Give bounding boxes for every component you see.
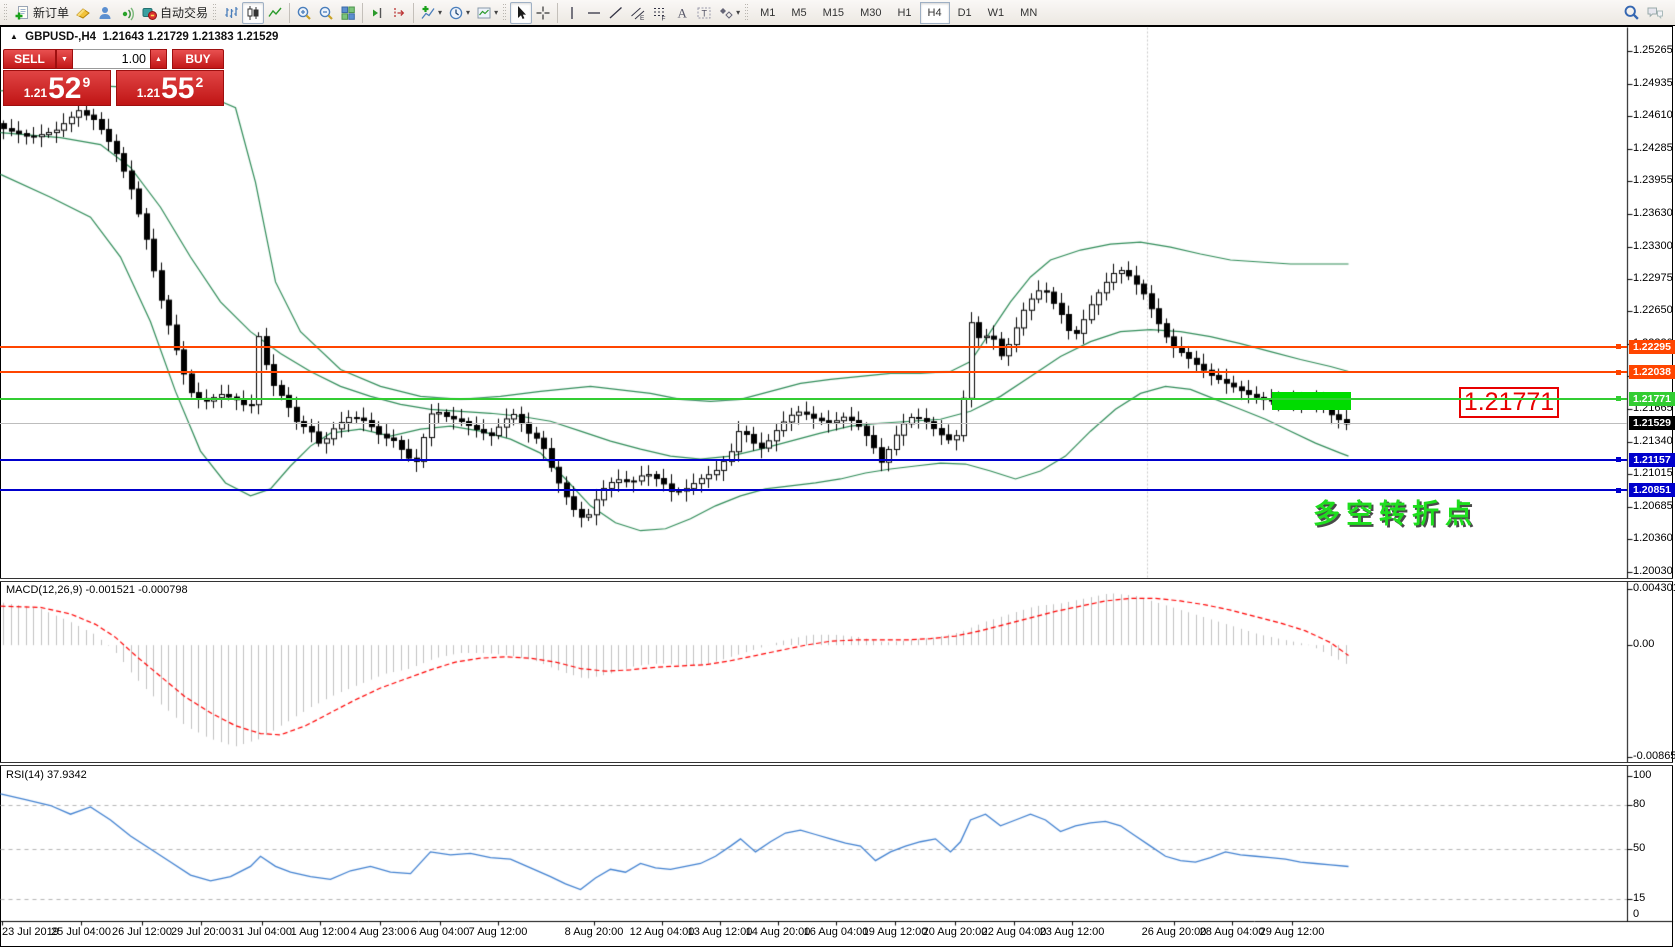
macd-label: MACD(12,26,9) -0.001521 -0.000798 [6, 584, 188, 596]
price-level-tag: 1.21157 [1629, 453, 1675, 467]
time-axis-label: 7 Aug 12:00 [469, 926, 528, 938]
rsi-tick-label: 50 [1633, 842, 1645, 854]
one-click-trading-panel: SELL ▼ ▲ BUY 1.21 52 9 1.21 55 2 [3, 49, 224, 106]
horizontal-line-object[interactable] [0, 459, 1627, 461]
rsi-tick-label: 15 [1633, 892, 1645, 904]
time-axis-label: 4 Aug 23:00 [351, 926, 410, 938]
buy-price-small: 1.21 [137, 86, 160, 100]
sell-button[interactable]: SELL [3, 49, 56, 69]
chart-canvas[interactable] [0, 0, 1675, 948]
chart-symbol-period: GBPUSD-,H4 [25, 31, 96, 43]
line-anchor-marker [1616, 370, 1621, 375]
rsi-tick-label: 0 [1633, 908, 1639, 920]
horizontal-line-object[interactable] [0, 346, 1627, 348]
price-tick-label: 1.21340 [1633, 435, 1673, 447]
price-tick-label: 1.24935 [1633, 77, 1673, 89]
sell-price-small: 1.21 [24, 86, 47, 100]
time-axis-label: 28 Aug 04:00 [1200, 926, 1265, 938]
price-tick-label: 1.25265 [1633, 44, 1673, 56]
price-tick-label: 1.24610 [1633, 109, 1673, 121]
line-anchor-marker [1616, 396, 1621, 401]
ohlc-open: 1.21643 [102, 31, 144, 43]
macd-tick-label: 0.004301 [1633, 582, 1675, 594]
time-axis-label: 14 Aug 20:00 [746, 926, 811, 938]
rsi-tick-label: 80 [1633, 798, 1645, 810]
time-axis-label: 29 Jul 20:00 [171, 926, 231, 938]
price-tick-label: 1.21015 [1633, 467, 1673, 479]
time-axis-label: 20 Aug 20:00 [923, 926, 988, 938]
time-axis-label: 16 Aug 04:00 [804, 926, 869, 938]
price-level-tag: 1.21771 [1629, 392, 1675, 406]
price-annotation-box[interactable]: 1.21771 [1459, 387, 1559, 418]
rsi-label: RSI(14) 37.9342 [6, 769, 87, 781]
volume-up-button[interactable]: ▲ [150, 49, 167, 69]
time-axis-label: 23 Aug 12:00 [1040, 926, 1105, 938]
time-axis-label: 8 Aug 20:00 [565, 926, 624, 938]
volume-input[interactable] [73, 49, 150, 69]
pane-divider[interactable] [0, 578, 1673, 582]
price-tick-label: 1.23955 [1633, 174, 1673, 186]
horizontal-line-object[interactable] [0, 398, 1627, 400]
time-axis-label: 6 Aug 04:00 [411, 926, 470, 938]
rsi-value: 37.9342 [47, 769, 87, 781]
chart-title: ▲ GBPUSD-,H4 1.21643 1.21729 1.21383 1.2… [10, 31, 278, 43]
macd-signal-value: -0.000798 [138, 584, 188, 596]
macd-main-value: -0.001521 [85, 584, 135, 596]
sell-price-sup: 9 [82, 74, 90, 90]
macd-tick-label: -0.008651 [1633, 750, 1675, 762]
turning-point-annotation[interactable]: 多空转折点 [1313, 492, 1478, 531]
line-anchor-marker [1616, 457, 1621, 462]
ohlc-high: 1.21729 [147, 31, 189, 43]
line-anchor-marker [1616, 344, 1621, 349]
price-tick-label: 1.22975 [1633, 272, 1673, 284]
buy-price-button[interactable]: 1.21 55 2 [116, 70, 224, 106]
time-axis-label: 31 Jul 04:00 [232, 926, 292, 938]
macd-tick-label: 0.00 [1633, 638, 1654, 650]
buy-button[interactable]: BUY [172, 49, 224, 69]
ohlc-close: 1.21529 [237, 31, 279, 43]
price-level-tag: 1.22038 [1629, 365, 1675, 379]
time-axis-label: 13 Aug 12:00 [688, 926, 753, 938]
time-axis-label: 19 Aug 12:00 [863, 926, 928, 938]
rsi-tick-label: 100 [1633, 769, 1651, 781]
price-tick-label: 1.22650 [1633, 304, 1673, 316]
time-axis-label: 12 Aug 04:00 [630, 926, 695, 938]
horizontal-line-object[interactable] [0, 371, 1627, 373]
price-tick-label: 1.24285 [1633, 142, 1673, 154]
pane-divider[interactable] [0, 762, 1673, 766]
highlight-rectangle[interactable] [1272, 392, 1351, 410]
sell-price-big: 52 [48, 74, 81, 104]
line-anchor-marker [1616, 488, 1621, 493]
time-axis-label: 26 Jul 12:00 [112, 926, 172, 938]
time-axis-label: 29 Aug 12:00 [1260, 926, 1325, 938]
price-level-tag: 1.20851 [1629, 483, 1675, 497]
time-axis-label: 22 Aug 04:00 [982, 926, 1047, 938]
ohlc-low: 1.21383 [192, 31, 234, 43]
time-axis-label: 26 Aug 20:00 [1142, 926, 1207, 938]
volume-down-button[interactable]: ▼ [56, 49, 73, 69]
buy-price-sup: 2 [195, 74, 203, 90]
collapse-arrow-icon: ▲ [10, 32, 18, 41]
sell-price-button[interactable]: 1.21 52 9 [3, 70, 111, 106]
current-price-line [0, 423, 1627, 424]
price-level-tag: 1.22295 [1629, 340, 1675, 354]
price-tick-label: 1.20360 [1633, 532, 1673, 544]
horizontal-line-object[interactable] [0, 489, 1627, 491]
price-tick-label: 1.23300 [1633, 240, 1673, 252]
price-tick-label: 1.23630 [1633, 207, 1673, 219]
time-axis-label: 25 Jul 04:00 [51, 926, 111, 938]
current-price-tag: 1.21529 [1629, 416, 1675, 430]
buy-price-big: 55 [161, 74, 194, 104]
price-tick-label: 1.20685 [1633, 500, 1673, 512]
price-tick-label: 1.20030 [1633, 565, 1673, 577]
time-axis-label: 1 Aug 12:00 [291, 926, 350, 938]
